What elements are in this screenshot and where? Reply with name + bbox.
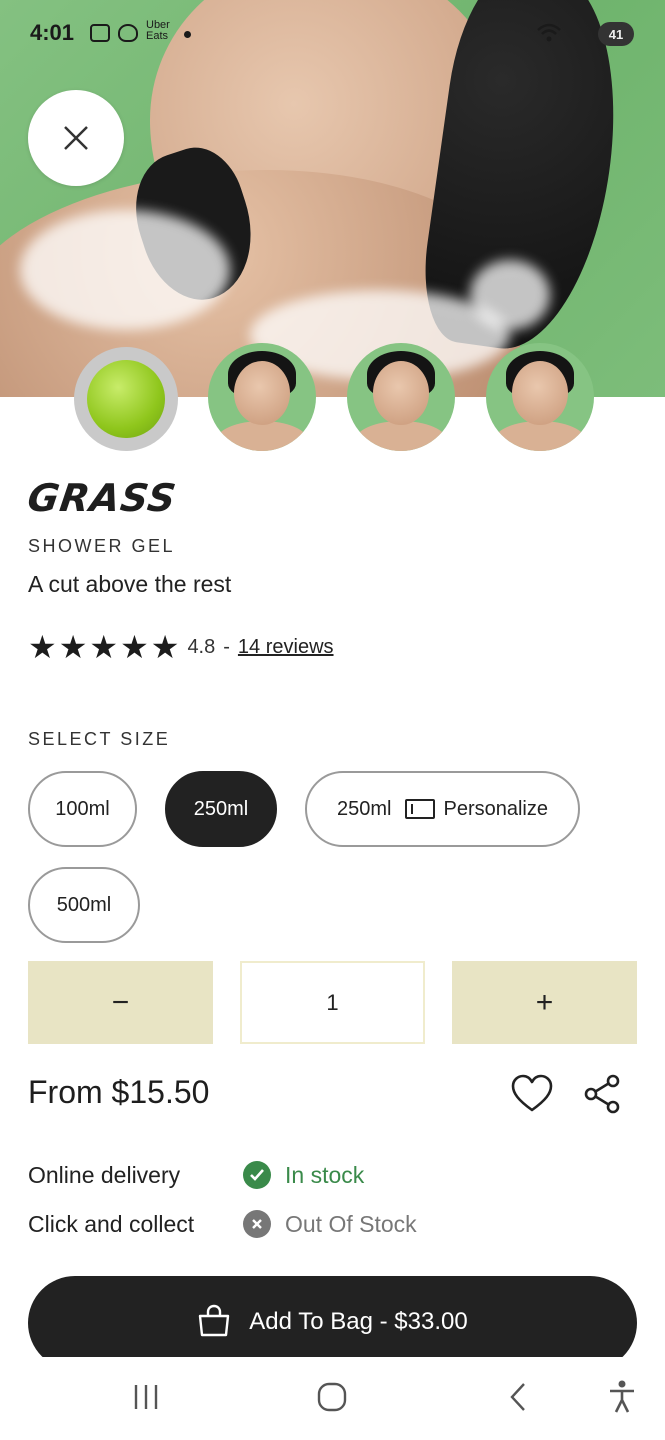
size-option-label: 250ml (337, 797, 392, 820)
uber-eats-badge: Uber Eats (146, 19, 170, 42)
personalize-label: Personalize (443, 797, 548, 820)
status-bar: 4:01 Uber Eats 41 (0, 0, 665, 70)
thumbnail-body (494, 421, 586, 451)
notification-icon (118, 24, 138, 42)
add-to-bag-label: Add To Bag - $33.00 (249, 1308, 468, 1335)
product-category: SHOWER GEL (28, 536, 176, 556)
quantity-decrease-button[interactable]: − (28, 961, 213, 1044)
thumbnail-body (216, 421, 308, 451)
size-option-label: 100ml (55, 797, 110, 820)
gallery-thumbnail-2[interactable] (347, 343, 455, 451)
click-collect-label: Click and collect (28, 1210, 195, 1237)
gel-swatch (87, 360, 165, 438)
star-icon: ★ (89, 628, 119, 666)
x-circle-icon (243, 1210, 271, 1238)
check-icon (243, 1161, 271, 1189)
online-delivery-status: In stock (285, 1161, 365, 1188)
product-price: From $15.50 (28, 1074, 210, 1110)
share-icon[interactable] (582, 1074, 622, 1114)
quantity-number: 1 (326, 989, 339, 1015)
reviews-link[interactable]: 14 reviews (238, 636, 334, 659)
status-dot (184, 31, 191, 38)
size-option-100ml[interactable]: 100ml (28, 771, 137, 847)
accessibility-button[interactable] (602, 1377, 642, 1417)
thumbnail-face (512, 361, 568, 425)
select-size-label: SELECT SIZE (28, 729, 171, 749)
thumbnail-body (355, 421, 447, 451)
rating-separator: - (223, 635, 230, 658)
thumbnail-face (373, 361, 429, 425)
rating-row: ★ ★ ★ ★ ★ 4.8 - 14 reviews (28, 630, 334, 664)
gallery-thumbnail-3[interactable] (486, 343, 594, 451)
click-collect-row: Click and collect Out Of Stock (28, 1207, 417, 1241)
star-icon: ★ (150, 628, 180, 666)
shopping-bag-icon (199, 1304, 230, 1337)
size-option-500ml[interactable]: 500ml (28, 867, 140, 943)
star-icon: ★ (120, 628, 149, 666)
star-icon: ★ (28, 628, 57, 666)
hero-foam (470, 260, 550, 330)
battery-indicator: 41 (598, 22, 634, 46)
product-tagline: A cut above the rest (28, 571, 232, 597)
back-icon (510, 1383, 525, 1411)
system-nav-bar (0, 1357, 665, 1440)
hero-foam (20, 210, 230, 330)
size-option-label: 500ml (56, 893, 112, 916)
star-icon: ★ (58, 628, 88, 666)
back-button[interactable] (500, 1377, 536, 1417)
click-collect-status: Out Of Stock (285, 1210, 417, 1237)
gallery-thumbnail-1[interactable] (208, 343, 316, 451)
recent-apps-icon (134, 1385, 158, 1409)
add-to-bag-button[interactable]: Add To Bag - $33.00 (28, 1276, 637, 1370)
personalize-icon (405, 799, 436, 819)
close-icon (64, 126, 88, 150)
gallery-thumbnail-gel[interactable] (74, 347, 178, 451)
minus-icon: − (111, 985, 130, 1019)
recent-apps-button[interactable] (128, 1377, 164, 1417)
status-time: 4:01 (30, 20, 75, 45)
heart-icon[interactable] (510, 1074, 554, 1114)
size-option-250ml-personalize[interactable]: 250ml Personalize (305, 771, 580, 847)
star-rating: ★ ★ ★ ★ ★ (28, 631, 181, 663)
online-delivery-row: Online delivery In stock (28, 1158, 364, 1192)
quantity-increase-button[interactable]: + (452, 961, 637, 1044)
home-button[interactable] (312, 1377, 352, 1417)
product-title: GRASS (24, 476, 180, 520)
size-option-label: 250ml (193, 797, 249, 820)
quantity-value[interactable]: 1 (240, 961, 425, 1044)
plus-icon: + (535, 985, 554, 1019)
screenshot-icon (90, 24, 110, 42)
online-delivery-label: Online delivery (28, 1161, 181, 1188)
size-option-250ml[interactable]: 250ml (165, 771, 277, 847)
accessibility-icon (610, 1380, 634, 1413)
rating-score: 4.8 (187, 635, 216, 658)
wifi-icon (536, 22, 562, 49)
home-icon (317, 1382, 347, 1412)
thumbnail-face (234, 361, 290, 425)
close-button[interactable] (28, 90, 124, 186)
